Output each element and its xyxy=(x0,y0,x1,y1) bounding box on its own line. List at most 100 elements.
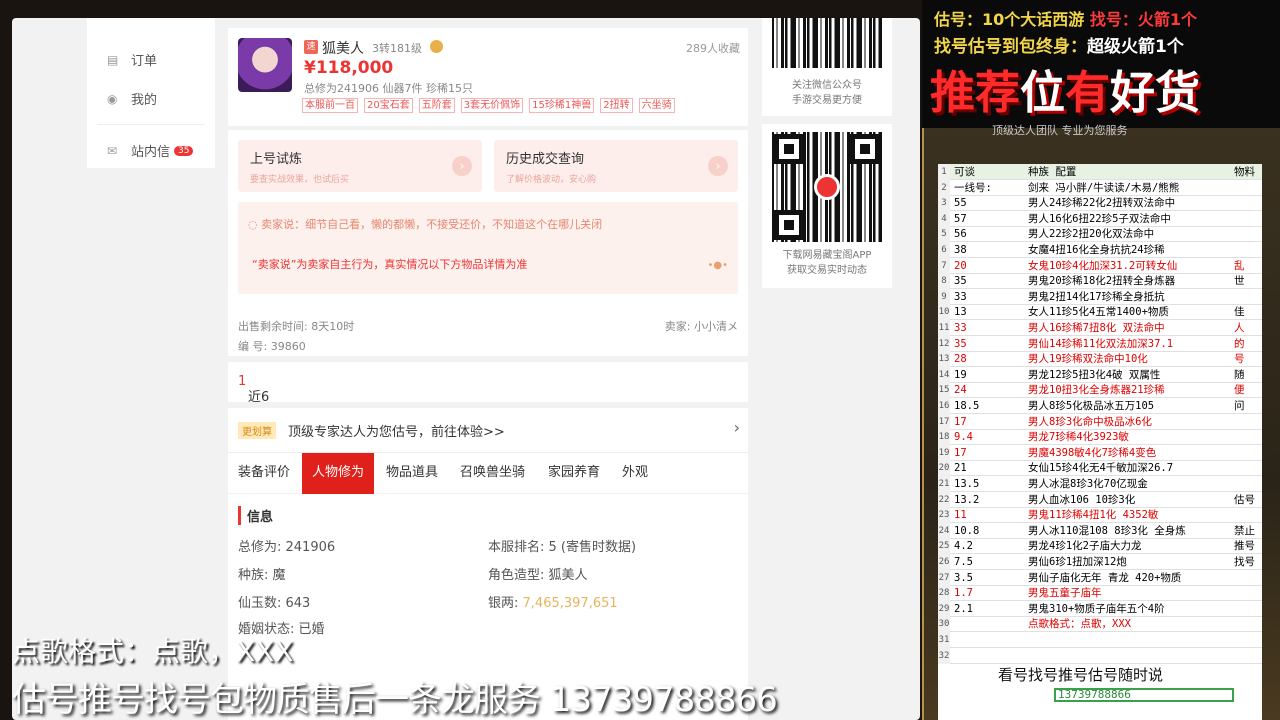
cell-price: 24 xyxy=(954,384,967,397)
cell-config: 女鬼10珍4化加深31.2可转女仙 xyxy=(1028,259,1178,272)
sheet-row: 2 一线号: 剑来 冯小胖/牛读读/木易/熊熊 xyxy=(938,179,1262,196)
row-number: 4 xyxy=(938,210,950,227)
headline-part: 位 xyxy=(1020,66,1066,119)
app-logo-icon xyxy=(814,174,840,200)
row-number: 12 xyxy=(938,335,950,352)
cell-price: 7.5 xyxy=(954,556,973,568)
cell-config: 男龙10扭3化全身炼器21珍稀 xyxy=(1028,384,1165,397)
nav-item-orders[interactable]: ▤ 订单 xyxy=(87,40,215,79)
cell-price: 20 xyxy=(954,259,967,272)
cell-config: 男仙6珍1扭加深12炮 xyxy=(1028,556,1127,568)
deal-tag: 更划算 xyxy=(238,422,276,439)
total-cultivation: 总修为: 241906 xyxy=(238,540,336,555)
coin-icon xyxy=(430,40,443,53)
cell-price: 4.2 xyxy=(954,540,973,553)
cell-price: 33 xyxy=(954,322,967,334)
sheet-row: 13 28 男人19珍稀双法命中10化 号 xyxy=(938,351,1262,368)
cell-config: 女人11珍5化4五常1400+物质 xyxy=(1028,306,1169,319)
tab-pets-mounts[interactable]: 召唤兽坐骑 xyxy=(450,453,535,494)
cell-price: 18.5 xyxy=(954,400,980,412)
cell-config: 男鬼20珍稀18化2扭转全身炼器 xyxy=(1028,275,1176,288)
carousel-dots[interactable]: •●• xyxy=(707,260,728,271)
detail-card: 上号试炼 要查实战效果，也试后买 › 历史成交查询 了解价格波动，安心购 › ◌… xyxy=(228,130,748,356)
migration-count: 1 xyxy=(238,374,247,389)
tool-subtitle: 了解价格波动，安心购 xyxy=(506,175,597,185)
sheet-row: 23 11 男鬼11珍稀4扭1化 4352敏 xyxy=(938,507,1262,524)
cell-price: 35 xyxy=(954,275,967,288)
sheet-row: 9 33 男鬼2扭14化17珍稀全身抵抗 xyxy=(938,288,1262,305)
row-number: 10 xyxy=(938,304,950,321)
cell-config: 男人19珍稀双法命中10化 xyxy=(1028,353,1148,366)
spreadsheet: 1 可谈 种族 配置 物料 2 一线号: 剑来 冯小胖/牛读读/木易/熊熊 3 55 男人24珍稀… xyxy=(938,164,1262,720)
cell-config: 男人8珍5化极品冰五万105 xyxy=(1028,400,1155,412)
sheet-row: 10 13 女人11珍5化4五常1400+物质 佳 xyxy=(938,304,1262,321)
cell-price: 35 xyxy=(954,337,967,350)
server-rank: 本服排名: 5 (寄售时数据) xyxy=(488,540,637,555)
sheet-row: 19 17 男魔4398敏4化7珍稀4变色 xyxy=(938,444,1262,461)
tab-items[interactable]: 物品道具 xyxy=(376,453,448,494)
chevron-right-icon: › xyxy=(733,418,740,437)
tool-title: 上号试炼 xyxy=(250,152,303,167)
sheet-row: 6 38 女魔4扭16化全身抗抗24珍稀 xyxy=(938,242,1262,258)
row-number: 18 xyxy=(938,429,950,446)
expert-banner[interactable]: 更划算 顶级专家达人为您估号，前往体验>> › xyxy=(228,408,748,452)
cell-price: 2.1 xyxy=(954,602,973,615)
seller-name[interactable]: 卖家: 小小清メ xyxy=(665,318,738,334)
tab-cultivation[interactable]: 人物修为 xyxy=(302,453,375,494)
cell-price: 28 xyxy=(954,353,967,366)
nav-item-messages[interactable]: ✉ 站内信 35 xyxy=(87,131,215,170)
cell-note: 佳 xyxy=(1234,306,1245,319)
caption-song-request: 点歌格式：点歌，XXX xyxy=(12,635,294,668)
row-number: 26 xyxy=(938,554,950,570)
cell-price: 56 xyxy=(954,228,967,241)
sheet-row: 18 9.4 男龙7珍稀4化3923敏 xyxy=(938,429,1262,446)
feature-chip: 15珍稀1神兽 xyxy=(529,98,595,113)
headline-part: 有 xyxy=(1065,66,1111,119)
cell-note: 世 xyxy=(1234,275,1245,288)
row-number: 16 xyxy=(938,398,950,414)
cell-config: 男鬼2扭14化17珍稀全身抵抗 xyxy=(1028,290,1165,303)
cell-price: 21 xyxy=(954,462,967,475)
row-number: 9 xyxy=(938,288,950,305)
sheet-phone[interactable]: 13739788866 xyxy=(1054,688,1234,702)
promo-text: 找号估号到包终身： xyxy=(934,37,1087,57)
headline-part: 好货 xyxy=(1110,66,1201,119)
trial-login-button[interactable]: 上号试炼 要查实战效果，也试后买 › xyxy=(238,140,482,192)
cell-price: 55 xyxy=(954,197,967,210)
cell-note: 推号 xyxy=(1234,540,1255,553)
tab-appearance[interactable]: 外观 xyxy=(612,453,658,494)
cell-config: 男鬼310+物质子庙年五个4阶 xyxy=(1028,602,1165,615)
cell-config: 男人22珍2扭20化双法命中 xyxy=(1028,228,1155,241)
race: 种族: 魔 xyxy=(238,568,286,583)
tab-equipment[interactable]: 装备评价 xyxy=(228,453,300,494)
sheet-row: 5 56 男人22珍2扭20化双法命中 xyxy=(938,226,1262,243)
sheet-row: 25 4.2 男龙4珍1化2子庙大力龙 推号 xyxy=(938,538,1262,555)
row-number: 14 xyxy=(938,366,950,383)
nav-item-mine[interactable]: ◉ 我的 xyxy=(87,79,215,118)
sheet-row: 26 7.5 男仙6珍1扭加深12炮 找号 xyxy=(938,554,1262,570)
cell-note: 估号 xyxy=(1234,493,1255,506)
tab-home[interactable]: 家园养育 xyxy=(538,453,610,494)
qr-caption-line: 下载网易藏宝阁APP xyxy=(782,250,872,261)
row-number: 2 xyxy=(938,179,950,196)
promo-line-1: 估号：10个大话西游 找号：火箭1个 xyxy=(934,6,1197,30)
cell-price: 17 xyxy=(954,415,967,428)
row-number: 25 xyxy=(938,538,950,555)
sheet-row: 1 可谈 种族 配置 物料 xyxy=(938,164,1262,180)
row-number: 13 xyxy=(938,351,950,368)
remaining-time: 出售剩余时间: 8天10时 xyxy=(238,320,355,333)
cell-note: 人 xyxy=(1234,322,1245,334)
price-history-button[interactable]: 历史成交查询 了解价格波动，安心购 › xyxy=(494,140,738,192)
cell-note: 的 xyxy=(1234,337,1245,350)
feature-chip: 3套无价佩饰 xyxy=(460,98,524,113)
feature-chips: 本服前一百 20宝石套 五阶套 3套无价佩饰 15珍稀1神兽 2扭转 六坐骑 xyxy=(302,98,675,113)
promo-text: 估号：10个大话西游 xyxy=(934,10,1090,29)
detail-tabs: 装备评价 人物修为 物品道具 召唤兽坐骑 家园养育 外观 xyxy=(228,452,748,494)
cell-price: 13.2 xyxy=(954,493,980,506)
listing-card[interactable]: 速 狐美人 3转181级 ¥118,000 总修为241906 仙器7件 珍稀1… xyxy=(228,28,748,126)
sheet-row: 7 20 女鬼10珍4化加深31.2可转女仙 乱 xyxy=(938,257,1262,274)
cell-price: 13.5 xyxy=(954,478,980,490)
qr-finder xyxy=(850,134,880,164)
cell-note: 便 xyxy=(1234,384,1245,397)
browser-window: ▤ 订单 ◉ 我的 ✉ 站内信 35 速 狐美人 3转181级 ¥118,000 总修为… xyxy=(12,18,920,720)
